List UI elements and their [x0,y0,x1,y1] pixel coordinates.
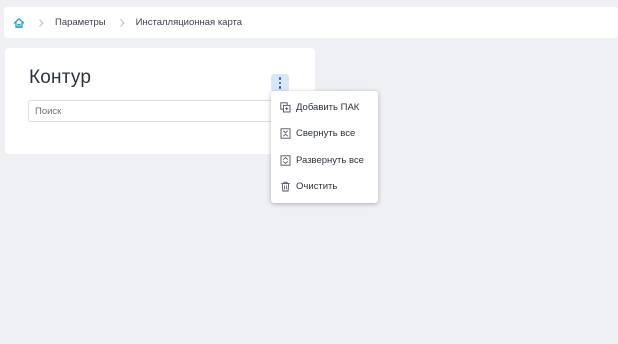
menu-item-collapse-all[interactable]: Свернуть все [271,121,378,148]
menu-item-label: Добавить ПАК [296,101,360,113]
kebab-vertical-icon [278,77,282,80]
menu-item-expand-all[interactable]: Развернуть все [271,147,378,174]
expand-all-icon [280,155,291,166]
chevron-right-icon [116,17,128,29]
contour-panel: Контур [5,48,315,154]
collapse-all-icon [280,128,291,139]
breadcrumb-item-parameters[interactable]: Параметры [55,17,106,28]
menu-item-label: Очистить [296,181,338,193]
options-menu: Добавить ПАК Свернуть все Развернуть все [271,91,378,203]
breadcrumb: Параметры Инсталляционная карта [4,7,618,38]
menu-item-label: Развернуть все [296,154,364,166]
panel-title: Контур [29,67,92,88]
search-input[interactable] [28,100,276,122]
home-icon[interactable] [13,17,25,29]
menu-item-add-pak[interactable]: Добавить ПАК [271,94,378,121]
trash-icon [280,181,291,192]
add-copy-icon [280,102,291,113]
more-options-button[interactable] [271,74,289,92]
chevron-right-icon [35,17,47,29]
breadcrumb-item-install-map: Инсталляционная карта [135,17,243,28]
menu-item-label: Свернуть все [296,128,356,140]
menu-item-clear[interactable]: Очистить [271,174,378,201]
